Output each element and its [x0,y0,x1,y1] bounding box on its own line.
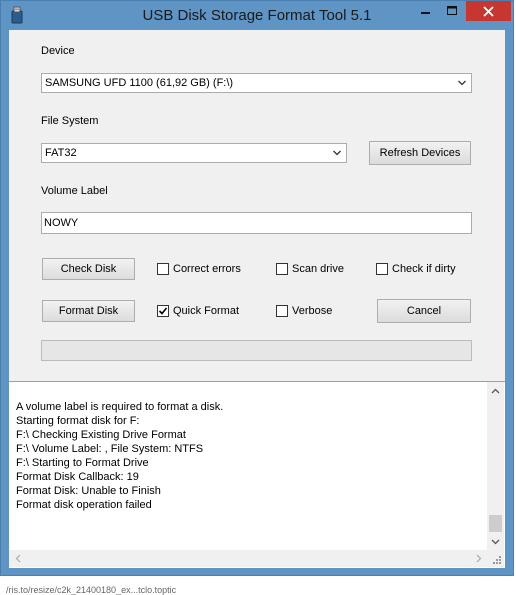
vertical-scrollbar[interactable] [487,382,504,550]
log-line: F:\ Volume Label: , File System: NTFS [16,443,204,455]
log-line: F:\ Starting to Format Drive [16,457,149,469]
scroll-down-icon[interactable] [487,533,504,550]
quick-format-checkbox[interactable]: Quick Format [157,303,239,319]
scroll-left-icon[interactable] [9,550,26,567]
log-line: Starting format disk for F: [16,415,140,427]
volume-label-input[interactable]: NOWY [41,212,472,234]
close-button[interactable] [466,1,511,21]
scroll-up-icon[interactable] [487,382,504,399]
minimize-icon [420,12,430,14]
resize-grip-icon[interactable] [487,550,504,567]
scan-drive-checkbox[interactable]: Scan drive [276,261,344,277]
log-line: A volume label is required to format a d… [16,401,224,413]
minimize-button[interactable] [412,1,439,21]
checkbox-box [157,263,169,275]
checkbox-box [157,305,169,317]
title-bar[interactable]: USB Disk Storage Format Tool 5.1 [1,1,513,29]
check-disk-button[interactable]: Check Disk [42,258,135,280]
log-line: Format Disk: Unable to Finish [16,485,161,497]
scroll-right-icon[interactable] [470,550,487,567]
correct-errors-label: Correct errors [173,263,241,275]
main-panel: Device SAMSUNG UFD 1100 (61,92 GB) (F:\)… [9,30,505,381]
log-line: Format Disk Callback: 19 [16,471,139,483]
log-lines: A volume label is required to format a d… [16,400,223,512]
progress-bar [41,340,472,361]
check-if-dirty-label: Check if dirty [392,263,456,275]
volume-label-label: Volume Label [41,185,108,197]
checkbox-box [276,305,288,317]
checkmark-icon [158,307,168,315]
log-line: F:\ Checking Existing Drive Format [16,429,186,441]
background-page-text: /ris.to/resize/c2k_21400180_ex...tclo.to… [6,585,177,595]
maximize-button[interactable] [439,1,466,21]
horizontal-scrollbar[interactable] [9,550,487,567]
device-select-value: SAMSUNG UFD 1100 (61,92 GB) (F:\) [45,77,234,89]
device-select[interactable]: SAMSUNG UFD 1100 (61,92 GB) (F:\) [41,73,472,93]
verbose-label: Verbose [292,305,333,317]
quick-format-label: Quick Format [173,305,240,317]
app-window: USB Disk Storage Format Tool 5.1 Device … [0,0,514,576]
refresh-devices-button[interactable]: Refresh Devices [369,141,471,165]
checkbox-box [376,263,388,275]
correct-errors-checkbox[interactable]: Correct errors [157,261,241,277]
scan-drive-label: Scan drive [292,263,344,275]
format-disk-button[interactable]: Format Disk [42,300,135,322]
close-icon [483,5,494,17]
scroll-thumb[interactable] [489,515,502,532]
volume-label-value: NOWY [44,217,79,229]
log-output[interactable]: A volume label is required to format a d… [9,381,505,568]
log-line: Format disk operation failed [16,499,152,511]
device-label: Device [41,45,75,57]
chevron-down-icon [333,150,341,156]
chevron-down-icon [458,80,466,86]
check-if-dirty-checkbox[interactable]: Check if dirty [376,261,456,277]
maximize-icon [447,6,457,15]
file-system-select[interactable]: FAT32 [41,143,347,163]
checkbox-box [276,263,288,275]
file-system-label: File System [41,115,99,127]
verbose-checkbox[interactable]: Verbose [276,303,332,319]
file-system-select-value: FAT32 [45,147,77,159]
cancel-button[interactable]: Cancel [377,299,471,323]
